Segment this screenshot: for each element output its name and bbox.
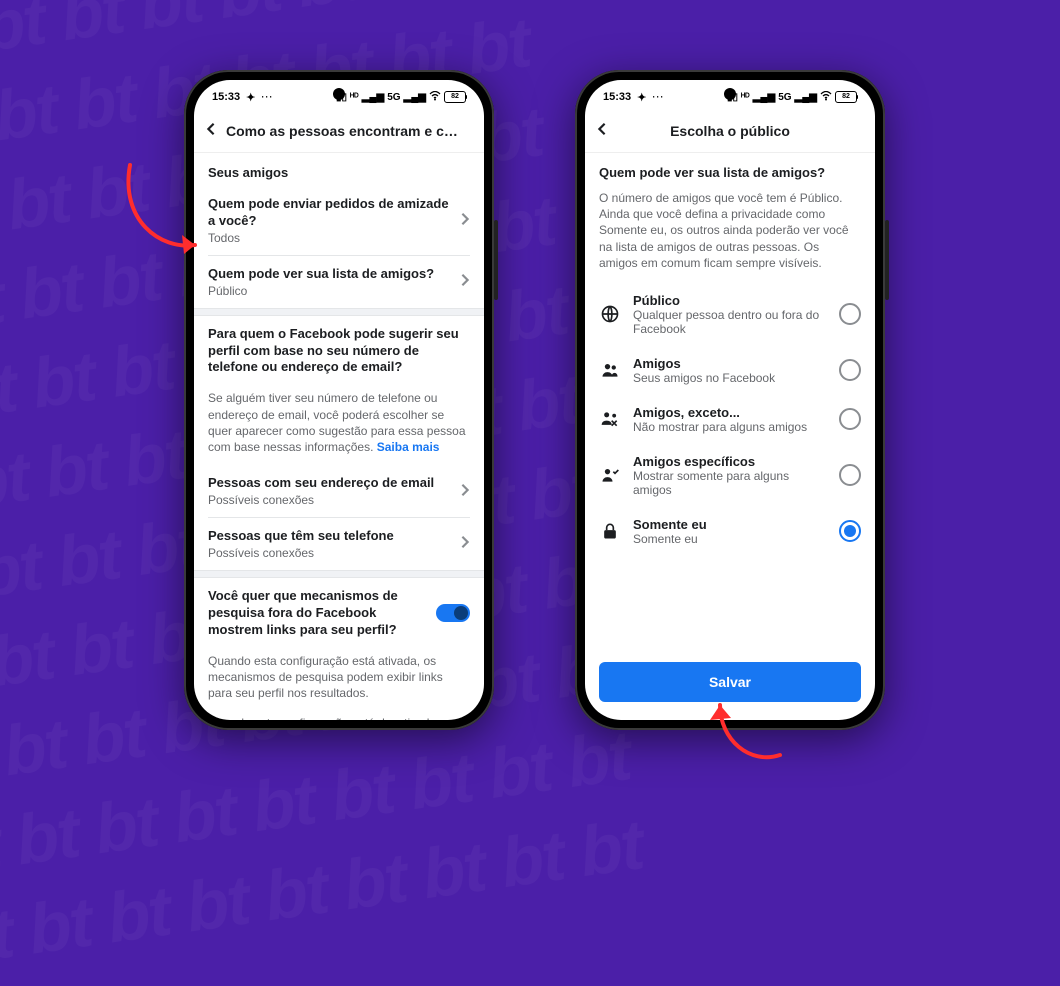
section-divider: [194, 308, 484, 316]
row-title: Quem pode enviar pedidos de amizade a vo…: [208, 196, 450, 230]
search-engines-toggle[interactable]: [436, 604, 470, 622]
phone-frame-2: 15:33 ✦ ··· ▮▯ ᴴᴰ ▂▄▆ 5G ▂▄▆ 82 Escolha …: [575, 70, 885, 730]
search-engines-desc-off: Quando esta configuração está desativada…: [194, 711, 484, 720]
row-people-with-email[interactable]: Pessoas com seu endereço de email Possív…: [194, 465, 484, 517]
page-title: Como as pessoas encontram e conta…: [226, 123, 466, 139]
option-title: Somente eu: [633, 517, 827, 532]
chevron-right-icon: [460, 483, 470, 500]
nav-bar: Escolha o público: [585, 110, 875, 153]
section-header-friends: Seus amigos: [194, 153, 484, 186]
chevron-right-icon: [460, 535, 470, 552]
radio-public[interactable]: [839, 303, 861, 325]
option-subtitle: Qualquer pessoa dentro ou fora do Facebo…: [633, 308, 827, 336]
row-title: Pessoas com seu endereço de email: [208, 475, 450, 492]
row-subtitle: Público: [208, 284, 450, 298]
signal-bars-2-icon: ▂▄▆: [404, 92, 426, 103]
section-title: Para quem o Facebook pode sugerir seu pe…: [208, 326, 470, 377]
status-notif-icon: ✦: [246, 91, 255, 104]
row-subtitle: Todos: [208, 231, 450, 245]
nav-bar: Como as pessoas encontram e conta…: [194, 110, 484, 153]
status-time: 15:33: [212, 91, 240, 103]
option-friends-except[interactable]: Amigos, exceto... Não mostrar para algun…: [585, 395, 875, 444]
option-only-me[interactable]: Somente eu Somente eu: [585, 507, 875, 556]
signal-bars-icon: ▂▄▆: [753, 92, 775, 103]
row-people-with-phone[interactable]: Pessoas que têm seu telefone Possíveis c…: [194, 518, 484, 570]
row-title: Quem pode ver sua lista de amigos?: [208, 266, 450, 283]
back-button[interactable]: [204, 122, 218, 141]
option-subtitle: Somente eu: [633, 532, 827, 546]
settings-list[interactable]: Seus amigos Quem pode enviar pedidos de …: [194, 153, 484, 720]
chevron-right-icon: [460, 273, 470, 290]
status-more-icon: ···: [261, 92, 273, 102]
battery-icon: 82: [444, 91, 466, 103]
back-button[interactable]: [595, 122, 609, 141]
phone-screen-1: 15:33 ✦ ··· ▮▯ ᴴᴰ ▂▄▆ 5G ▂▄▆ 82 Como as …: [194, 80, 484, 720]
section-divider: [194, 570, 484, 578]
signal-bars-icon: ▂▄▆: [362, 92, 384, 103]
section-header-suggestions: Para quem o Facebook pode sugerir seu pe…: [194, 316, 484, 387]
signal-bars-2-icon: ▂▄▆: [795, 92, 817, 103]
row-friend-requests[interactable]: Quem pode enviar pedidos de amizade a vo…: [194, 186, 484, 255]
network-type: 5G: [778, 92, 791, 103]
row-friend-list-visibility[interactable]: Quem pode ver sua lista de amigos? Públi…: [194, 256, 484, 308]
section-description: Se alguém tiver seu número de telefone o…: [194, 386, 484, 465]
phone-frame-1: 15:33 ✦ ··· ▮▯ ᴴᴰ ▂▄▆ 5G ▂▄▆ 82 Como as …: [184, 70, 494, 730]
front-camera-icon: [333, 88, 345, 100]
question-heading: Quem pode ver sua lista de amigos?: [585, 153, 875, 186]
option-subtitle: Não mostrar para alguns amigos: [633, 420, 827, 434]
specific-friends-icon: [599, 465, 621, 485]
option-subtitle: Mostrar somente para alguns amigos: [633, 469, 827, 497]
friends-except-icon: [599, 409, 621, 429]
globe-icon: [599, 304, 621, 324]
option-title: Amigos específicos: [633, 454, 827, 469]
page-title: Escolha o público: [670, 123, 790, 139]
wifi-icon: [820, 91, 832, 104]
radio-friends[interactable]: [839, 359, 861, 381]
radio-only-me[interactable]: [839, 520, 861, 542]
chevron-right-icon: [460, 212, 470, 229]
option-public[interactable]: Público Qualquer pessoa dentro ou fora d…: [585, 283, 875, 346]
learn-more-link[interactable]: Saiba mais: [377, 440, 440, 454]
footer: Salvar: [585, 650, 875, 720]
status-time: 15:33: [603, 91, 631, 103]
search-engines-desc-on: Quando esta configuração está ativada, o…: [194, 649, 484, 712]
option-friends[interactable]: Amigos Seus amigos no Facebook: [585, 346, 875, 395]
status-notif-icon: ✦: [637, 91, 646, 104]
radio-friends-except[interactable]: [839, 408, 861, 430]
option-subtitle: Seus amigos no Facebook: [633, 371, 827, 385]
network-type: 5G: [387, 92, 400, 103]
option-specific-friends[interactable]: Amigos específicos Mostrar somente para …: [585, 444, 875, 507]
option-title: Público: [633, 293, 827, 308]
option-title: Amigos: [633, 356, 827, 371]
row-subtitle: Possíveis conexões: [208, 546, 450, 560]
status-more-icon: ···: [652, 92, 664, 102]
row-subtitle: Possíveis conexões: [208, 493, 450, 507]
wifi-icon: [429, 91, 441, 104]
save-button[interactable]: Salvar: [599, 662, 861, 702]
phone-screen-2: 15:33 ✦ ··· ▮▯ ᴴᴰ ▂▄▆ 5G ▂▄▆ 82 Escolha …: [585, 80, 875, 720]
option-title: Amigos, exceto...: [633, 405, 827, 420]
friends-icon: [599, 360, 621, 380]
question-description: O número de amigos que você tem é Públic…: [585, 186, 875, 283]
row-title: Você quer que mecanismos de pesquisa for…: [208, 588, 426, 639]
lock-icon: [599, 521, 621, 541]
row-search-engines: Você quer que mecanismos de pesquisa for…: [194, 578, 484, 649]
battery-icon: 82: [835, 91, 857, 103]
audience-picker: Quem pode ver sua lista de amigos? O núm…: [585, 153, 875, 650]
radio-specific-friends[interactable]: [839, 464, 861, 486]
front-camera-icon: [724, 88, 736, 100]
row-title: Pessoas que têm seu telefone: [208, 528, 450, 545]
